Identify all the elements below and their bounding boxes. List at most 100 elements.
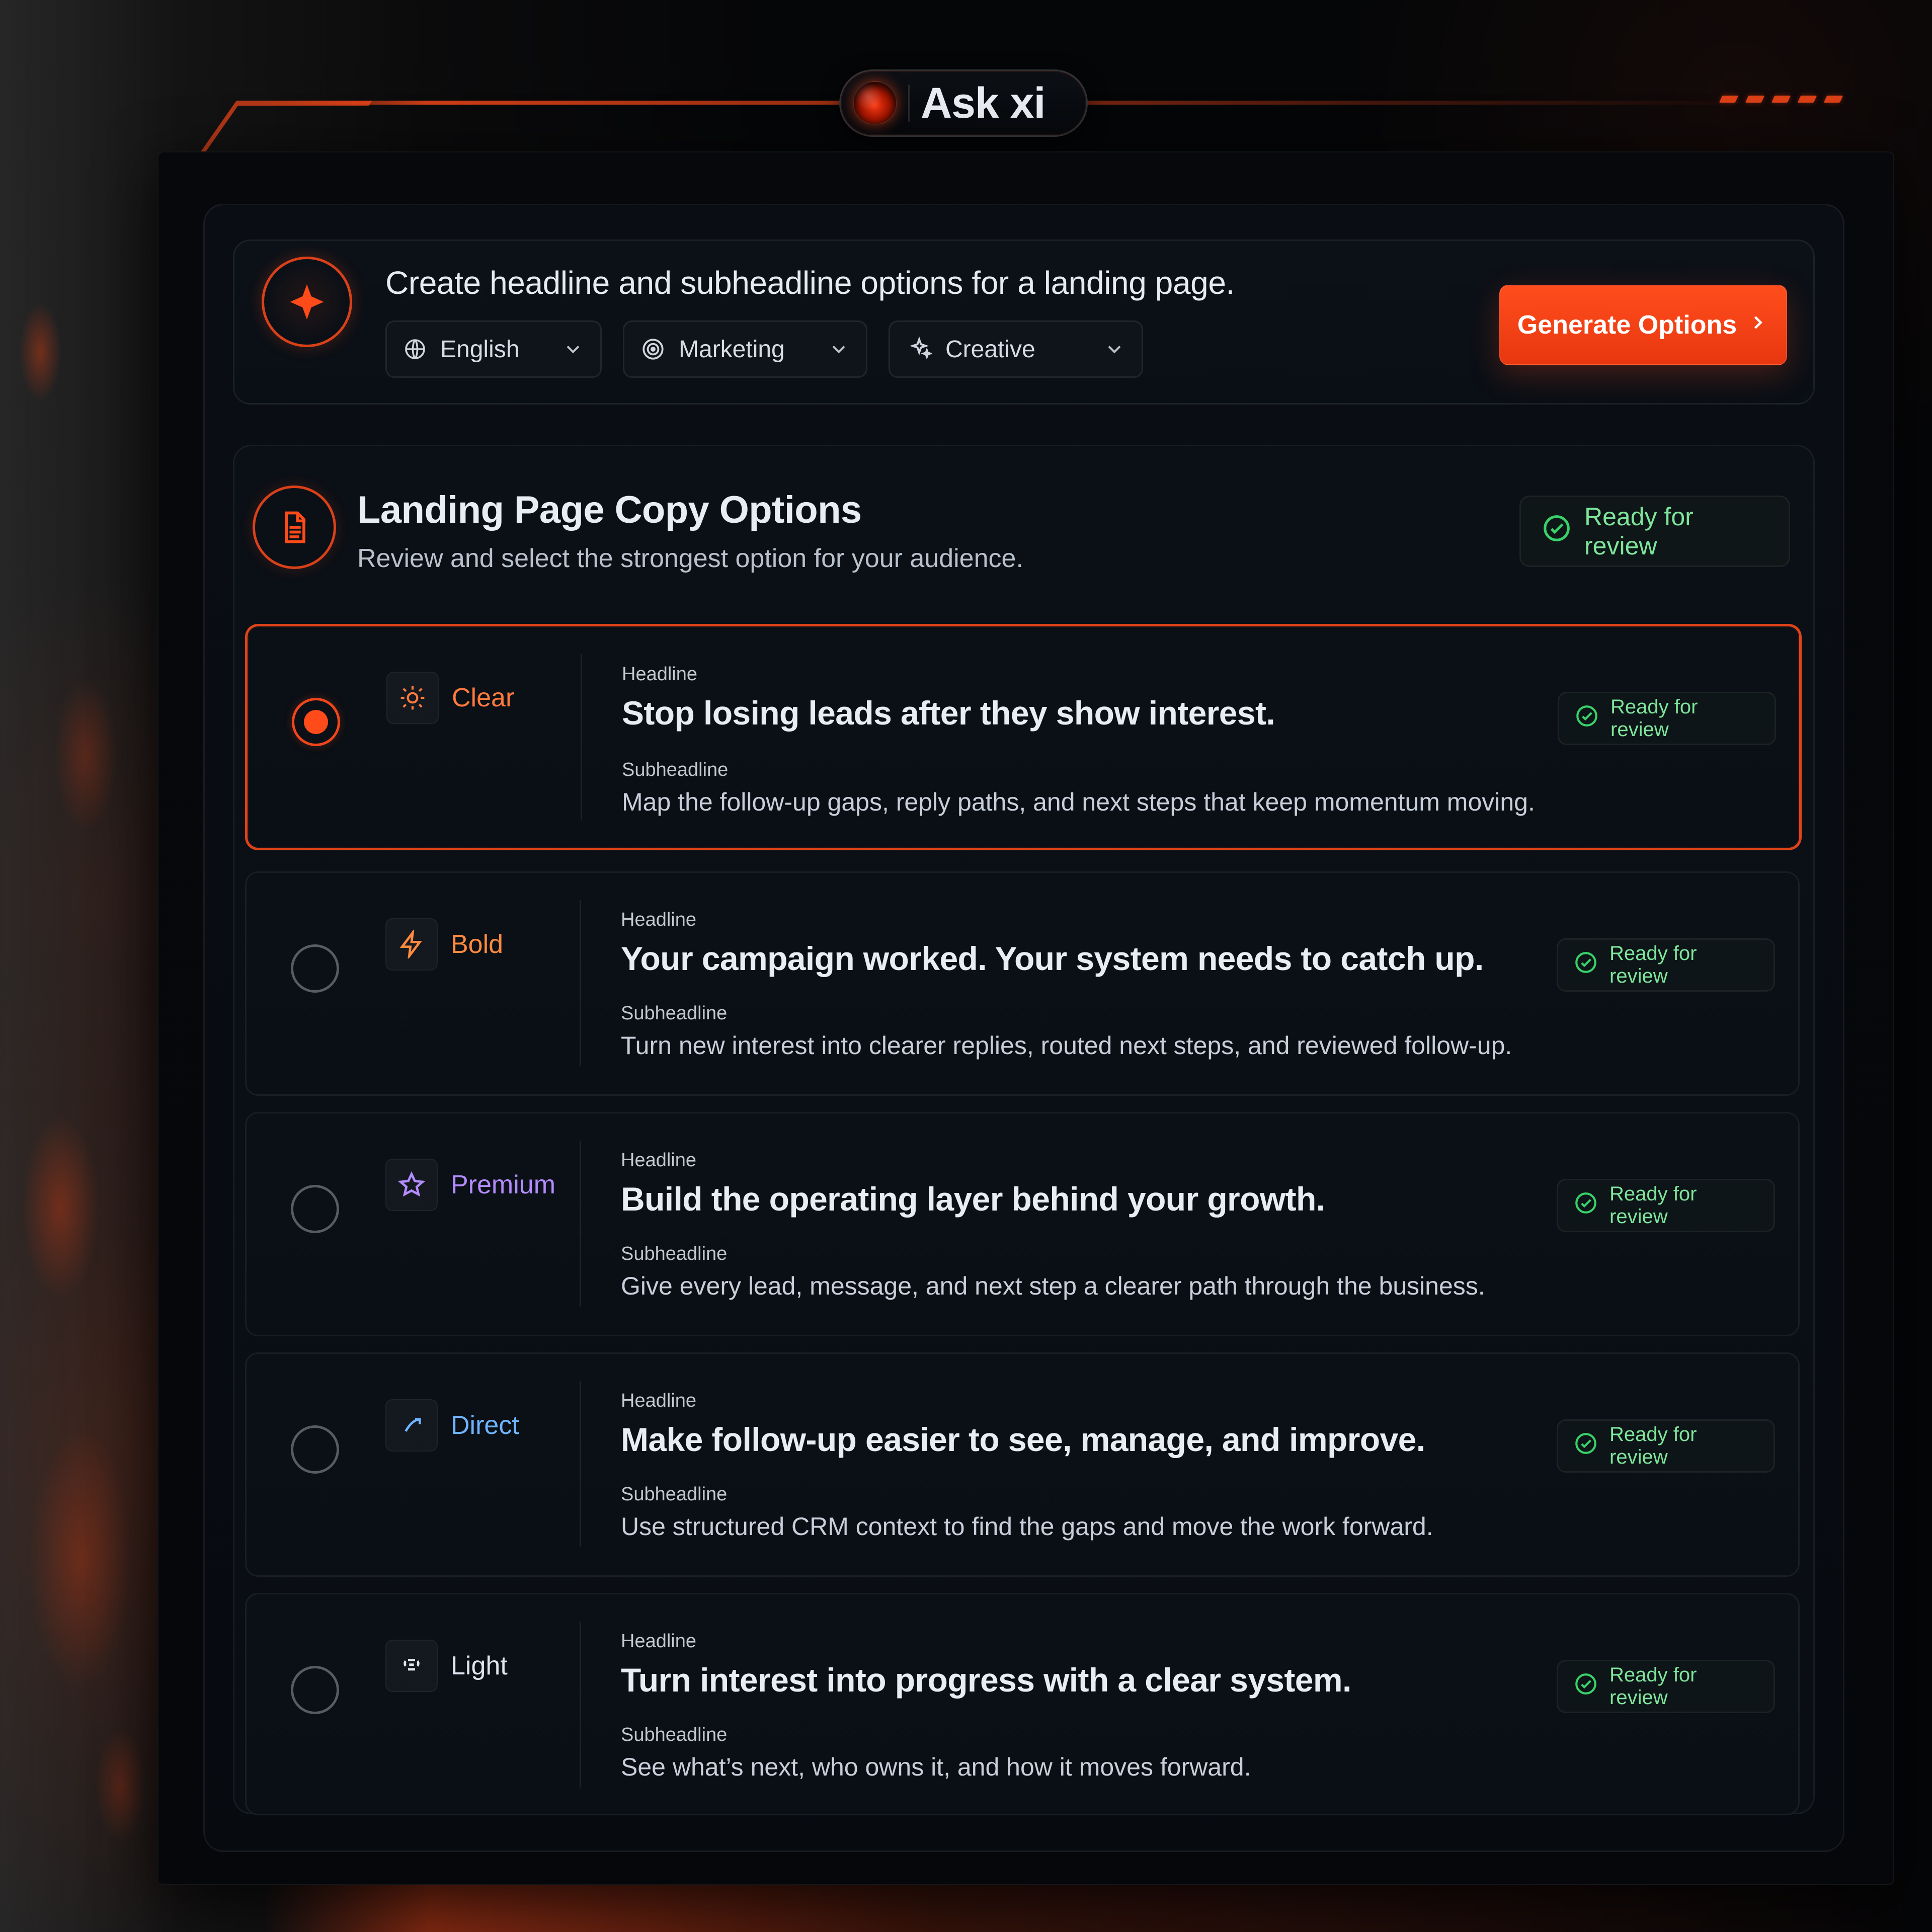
option-tone-label: Light <box>451 1651 508 1680</box>
dash <box>1719 96 1739 103</box>
option-subheadline: Use structured CRM context to find the g… <box>621 1512 1433 1541</box>
option-headline: Turn interest into progress with a clear… <box>621 1661 1351 1699</box>
app-titlebar: Ask xi <box>839 69 1088 137</box>
status-text: Ready for review <box>1584 503 1694 560</box>
option-divider <box>581 654 582 820</box>
option-status-badge: Ready for review <box>1557 1660 1775 1713</box>
option-status-text: Ready for review <box>1609 1423 1697 1468</box>
option-tone-label: Premium <box>451 1170 556 1199</box>
lightning-icon <box>385 918 438 971</box>
option-tone-label: Direct <box>451 1411 519 1440</box>
top-accent-line <box>262 101 1922 105</box>
option-status-text: Ready for review <box>1609 942 1697 987</box>
option-radio[interactable] <box>291 1666 339 1714</box>
chevron-down-icon <box>1103 338 1125 360</box>
option-divider <box>580 1381 581 1547</box>
generate-options-label: Generate Options <box>1517 310 1737 340</box>
option-card-light[interactable]: Light Headline Turn interest into progre… <box>245 1593 1800 1815</box>
sparkles-icon <box>906 336 932 362</box>
prompt-selects: English Marketing Creative <box>385 320 1143 378</box>
option-headline: Your campaign worked. Your system needs … <box>621 940 1484 977</box>
option-subheadline: Map the follow-up gaps, reply paths, and… <box>622 788 1535 816</box>
check-circle-icon <box>1541 513 1572 550</box>
option-card-premium[interactable]: Premium Headline Build the operating lay… <box>245 1112 1800 1336</box>
option-headline: Stop losing leads after they show intere… <box>622 694 1275 732</box>
option-subheadline: Turn new interest into clearer replies, … <box>621 1031 1512 1060</box>
background-rock <box>0 0 181 1932</box>
option-tone: Premium <box>385 1159 555 1211</box>
chevron-right-icon <box>1747 310 1769 340</box>
results-title: Landing Page Copy Options <box>357 489 862 531</box>
document-icon <box>253 486 336 569</box>
option-card-clear[interactable]: Clear Headline Stop losing leads after t… <box>245 624 1802 850</box>
results-subtitle: Review and select the strongest option f… <box>357 544 1023 573</box>
app-title: Ask xi <box>921 78 1045 127</box>
option-tone: Bold <box>385 918 503 971</box>
sparkle-icon <box>262 257 352 347</box>
option-radio[interactable] <box>292 698 340 746</box>
option-status-badge: Ready for review <box>1557 938 1775 992</box>
brand-orb-icon <box>853 81 897 125</box>
option-status-badge: Ready for review <box>1558 692 1776 745</box>
globe-icon <box>403 337 427 361</box>
sun-icon <box>386 672 439 724</box>
category-select[interactable]: Marketing <box>623 320 867 378</box>
option-subheadline-label: Subheadline <box>621 1724 728 1745</box>
option-status-text: Ready for review <box>1609 1664 1697 1709</box>
star-icon <box>385 1159 438 1211</box>
results-status-badge: Ready for review <box>1519 496 1790 567</box>
option-subheadline-label: Subheadline <box>621 1484 728 1505</box>
option-subheadline: See what’s next, who owns it, and how it… <box>621 1753 1251 1781</box>
option-subheadline-label: Subheadline <box>621 1243 728 1264</box>
option-divider <box>580 1141 581 1307</box>
select-label: English <box>440 336 520 363</box>
option-status-badge: Ready for review <box>1557 1419 1775 1473</box>
check-circle-icon <box>1573 1190 1598 1221</box>
check-circle-icon <box>1573 1671 1598 1702</box>
option-radio[interactable] <box>291 1425 339 1474</box>
chevron-down-icon <box>562 338 584 360</box>
option-headline-label: Headline <box>621 909 696 930</box>
generate-options-button[interactable]: Generate Options <box>1499 285 1787 365</box>
light-icon <box>385 1640 438 1692</box>
chevron-down-icon <box>828 338 850 360</box>
option-card-direct[interactable]: Direct Headline Make follow-up easier to… <box>245 1352 1800 1577</box>
dash <box>1771 96 1791 103</box>
arrow-icon <box>385 1399 438 1452</box>
option-radio[interactable] <box>291 944 339 993</box>
option-tone: Light <box>385 1640 508 1692</box>
target-icon <box>640 337 666 362</box>
option-tone-label: Bold <box>451 930 504 959</box>
option-subheadline-label: Subheadline <box>622 759 729 780</box>
style-select[interactable]: Creative <box>889 320 1143 378</box>
option-headline-label: Headline <box>622 664 697 685</box>
option-headline-label: Headline <box>621 1631 696 1652</box>
dash <box>1823 96 1843 103</box>
option-status-text: Ready for review <box>1611 696 1698 741</box>
option-radio[interactable] <box>291 1185 339 1233</box>
option-headline: Build the operating layer behind your gr… <box>621 1180 1325 1218</box>
option-subheadline: Give every lead, message, and next step … <box>621 1272 1485 1300</box>
option-headline-label: Headline <box>621 1150 696 1171</box>
option-divider <box>580 1622 581 1788</box>
option-card-bold[interactable]: Bold Headline Your campaign worked. Your… <box>245 871 1800 1096</box>
option-tone-label: Clear <box>452 683 515 712</box>
check-circle-icon <box>1574 703 1599 734</box>
prompt-text: Create headline and subheadline options … <box>385 265 1235 301</box>
option-tone: Clear <box>386 672 514 724</box>
dash <box>1797 96 1817 103</box>
option-status-text: Ready for review <box>1609 1183 1697 1228</box>
option-headline: Make follow-up easier to see, manage, an… <box>621 1421 1425 1458</box>
top-accent-dashes <box>1719 96 1843 103</box>
option-subheadline-label: Subheadline <box>621 1003 728 1024</box>
option-status-badge: Ready for review <box>1557 1179 1775 1232</box>
language-select[interactable]: English <box>385 320 602 378</box>
check-circle-icon <box>1573 950 1598 980</box>
option-divider <box>580 900 581 1066</box>
option-tone: Direct <box>385 1399 519 1452</box>
select-label: Marketing <box>679 336 785 363</box>
titlebar-divider <box>908 85 910 122</box>
check-circle-icon <box>1573 1431 1598 1461</box>
dash <box>1745 96 1765 103</box>
select-label: Creative <box>945 336 1035 363</box>
